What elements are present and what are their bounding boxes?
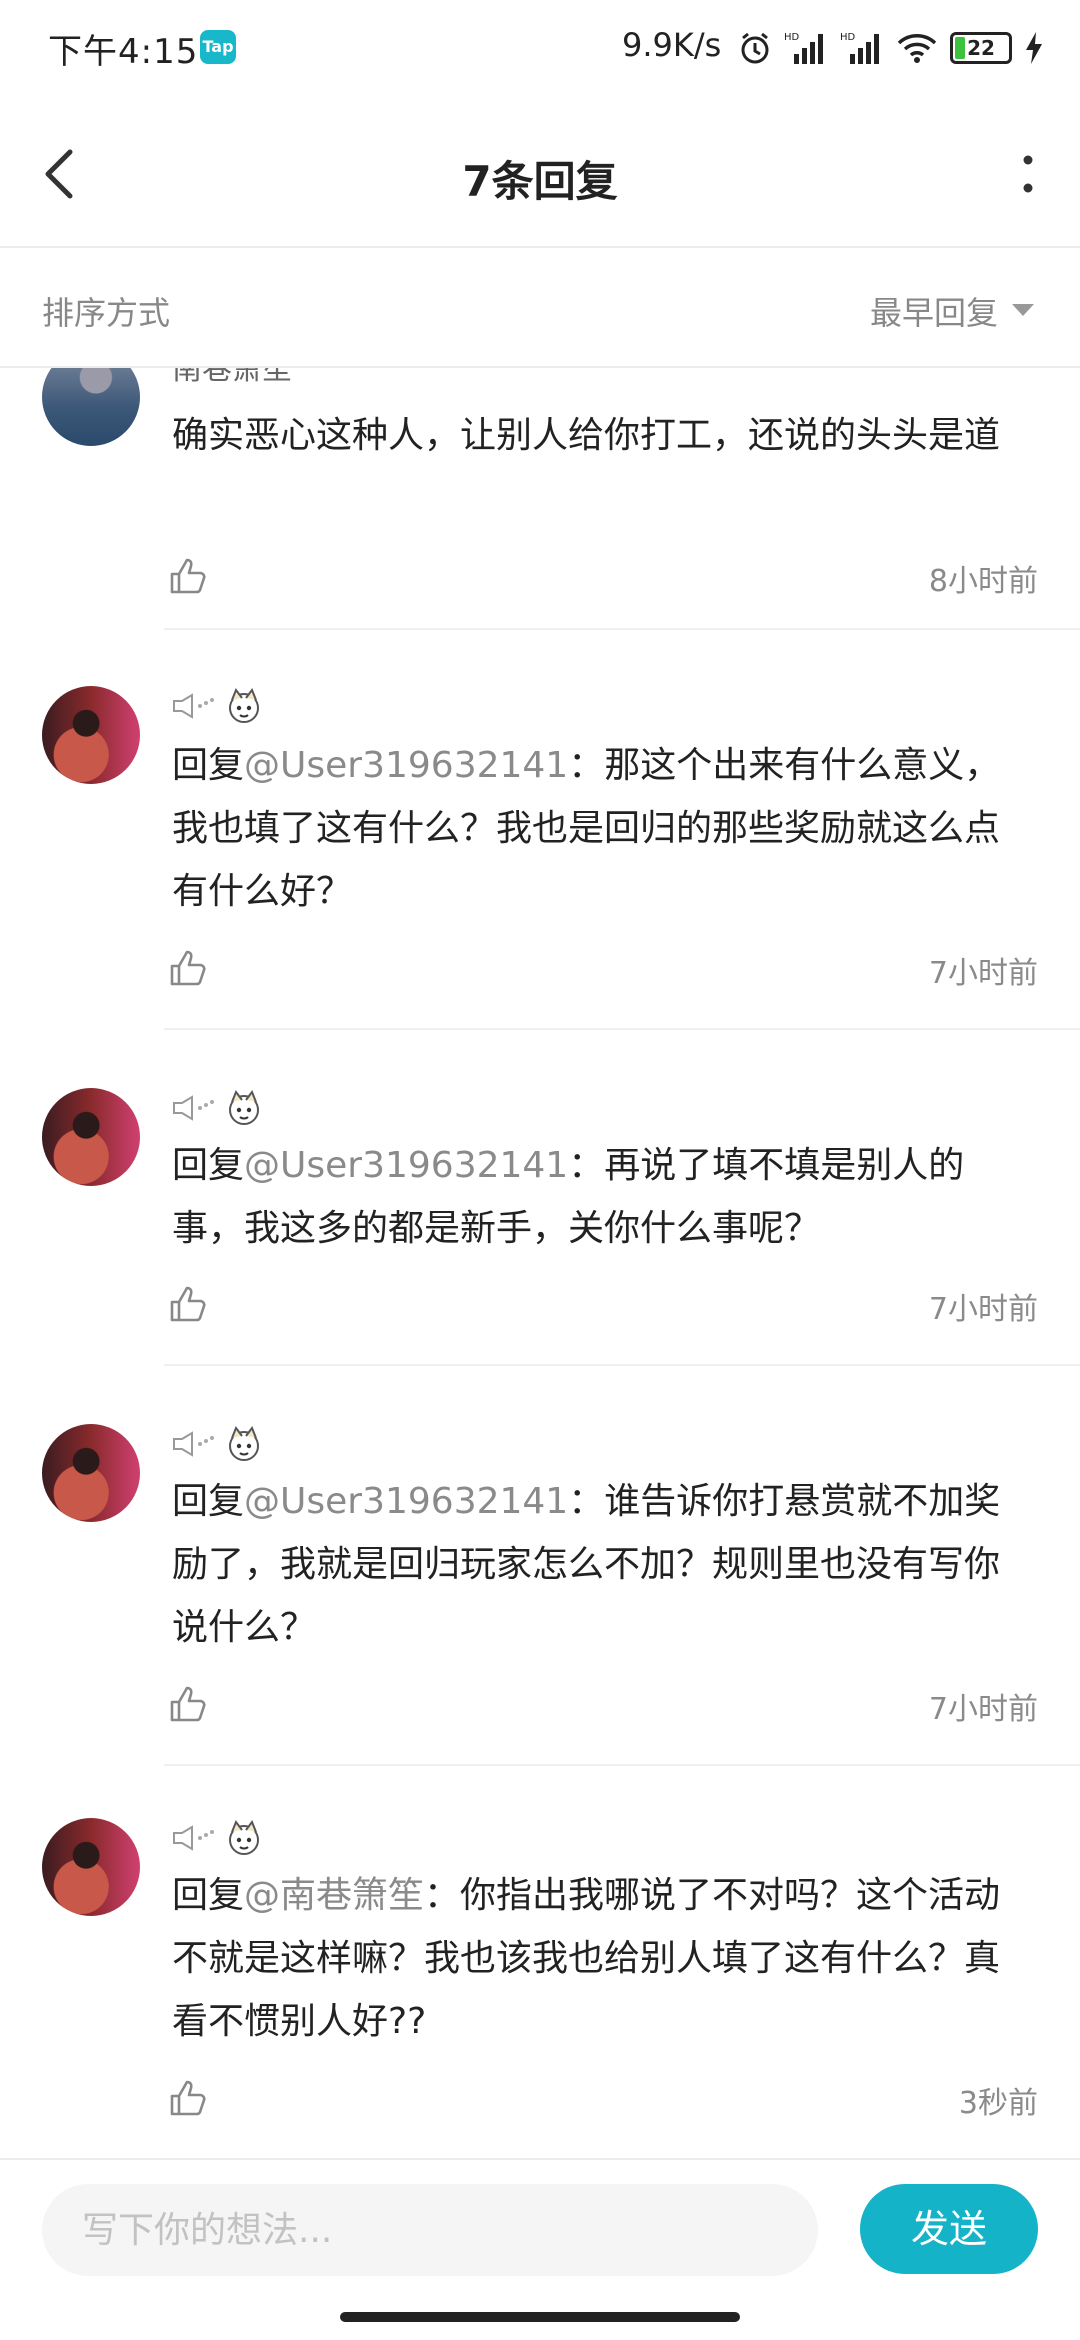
comment-time: 8小时前 bbox=[928, 564, 1038, 599]
comment-input[interactable] bbox=[42, 2184, 818, 2276]
reply-prefix: 回复 bbox=[172, 1875, 245, 1916]
mascot-badge-icon bbox=[229, 687, 259, 723]
svg-text:HD: HD bbox=[840, 32, 856, 43]
thumbs-up-icon[interactable] bbox=[168, 1284, 208, 1324]
comment-body: 确实恶心这种人，让别人给你打工，还说的头头是道 bbox=[172, 415, 1001, 456]
signal-hd-icon: HD bbox=[840, 32, 879, 64]
status-bar: 下午4:15 Tap 9.9K/s HD HD 22 bbox=[0, 0, 1080, 96]
thumbs-up-icon[interactable] bbox=[168, 948, 208, 988]
user-badges bbox=[172, 1424, 264, 1464]
list-item: 回复@南巷箫笙：你指出我哪说了不对吗？这个活动不就是这样嘛？我也该我也给别人填了… bbox=[0, 1766, 1080, 2158]
list-item: 回复@User319632141：再说了填不填是别人的事，我这多的都是新手，关你… bbox=[0, 1030, 1080, 1366]
status-time: 下午4:15 bbox=[48, 32, 199, 72]
horn-badge-icon bbox=[173, 1431, 214, 1457]
svg-text:HD: HD bbox=[784, 32, 800, 43]
list-item: 回复@User319632141：谁告诉你打悬赏就不加奖励了，我就是回归玩家怎么… bbox=[0, 1366, 1080, 1766]
mention-link[interactable]: @User319632141 bbox=[244, 1145, 568, 1186]
avatar[interactable] bbox=[42, 1088, 140, 1186]
top-nav: 7条回复 bbox=[0, 100, 1080, 248]
mention-link[interactable]: @User319632141 bbox=[244, 745, 568, 786]
comment-time: 3秒前 bbox=[958, 2086, 1038, 2121]
reply-separator: ： bbox=[424, 1875, 461, 1916]
mention-link[interactable]: @南巷箫笙 bbox=[244, 1875, 424, 1916]
reply-separator: ： bbox=[568, 1481, 605, 1522]
user-badges bbox=[172, 1818, 264, 1858]
tap-app-icon: Tap bbox=[200, 30, 236, 64]
sort-bar: 排序方式 最早回复 bbox=[0, 248, 1080, 368]
mascot-badge-icon bbox=[229, 1819, 259, 1855]
thumbs-up-icon[interactable] bbox=[168, 1684, 208, 1724]
mention-link[interactable]: @User319632141 bbox=[244, 1481, 568, 1522]
horn-badge-icon bbox=[173, 1825, 214, 1851]
thumbs-up-icon[interactable] bbox=[168, 556, 208, 596]
comment-text: 回复@User319632141：谁告诉你打悬赏就不加奖励了，我就是回归玩家怎么… bbox=[172, 1470, 1032, 1659]
avatar[interactable] bbox=[42, 686, 140, 784]
wifi-icon bbox=[897, 34, 937, 63]
horn-badge-icon bbox=[173, 693, 214, 719]
network-speed: 9.9K/s bbox=[622, 26, 722, 64]
comment-time: 7小时前 bbox=[928, 956, 1038, 991]
signal-hd-icon: HD bbox=[784, 32, 823, 64]
mascot-badge-icon bbox=[229, 1425, 259, 1461]
send-button[interactable]: 发送 bbox=[860, 2184, 1038, 2274]
avatar[interactable] bbox=[42, 1424, 140, 1522]
comment-text: 回复@南巷箫笙：你指出我哪说了不对吗？这个活动不就是这样嘛？我也该我也给别人填了… bbox=[172, 1864, 1032, 2053]
more-vertical-icon[interactable] bbox=[1020, 154, 1036, 194]
comment-text: 回复@User319632141：那这个出来有什么意义，我也填了这有什么？我也是… bbox=[172, 734, 1032, 923]
list-item: 回复@User319632141：那这个出来有什么意义，我也填了这有什么？我也是… bbox=[0, 630, 1080, 1030]
caret-down-icon[interactable] bbox=[1012, 304, 1034, 316]
battery-icon: 22 bbox=[950, 32, 1012, 64]
user-badges bbox=[172, 686, 264, 726]
page-title: 7条回复 bbox=[462, 157, 618, 206]
comment-time: 7小时前 bbox=[928, 1692, 1038, 1727]
list-item: 南巷箫笙 确实恶心这种人，让别人给你打工，还说的头头是道 8小时前 bbox=[0, 368, 1080, 630]
reply-list[interactable]: 南巷箫笙 确实恶心这种人，让别人给你打工，还说的头头是道 8小时前 回复@Use… bbox=[0, 368, 1080, 2158]
reply-prefix: 回复 bbox=[172, 745, 245, 786]
reply-separator: ： bbox=[568, 745, 605, 786]
comment-text: 回复@User319632141：再说了填不填是别人的事，我这多的都是新手，关你… bbox=[172, 1134, 1032, 1260]
alarm-icon bbox=[741, 32, 769, 64]
status-icons: HD HD 22 bbox=[738, 24, 1044, 72]
reply-prefix: 回复 bbox=[172, 1481, 245, 1522]
sort-dropdown[interactable]: 最早回复 bbox=[870, 288, 998, 334]
reply-separator: ： bbox=[568, 1145, 605, 1186]
avatar[interactable] bbox=[42, 368, 140, 446]
user-badges bbox=[172, 1088, 264, 1128]
charging-icon bbox=[1026, 32, 1042, 64]
battery-level: 22 bbox=[967, 36, 995, 60]
author-name[interactable]: 南巷箫笙 bbox=[172, 368, 292, 388]
comment-time: 7小时前 bbox=[928, 1292, 1038, 1327]
comment-text: 确实恶心这种人，让别人给你打工，还说的头头是道 bbox=[172, 404, 1032, 467]
horn-badge-icon bbox=[173, 1095, 214, 1121]
avatar[interactable] bbox=[42, 1818, 140, 1916]
composer-bar: 发送 bbox=[0, 2158, 1080, 2300]
home-indicator[interactable] bbox=[340, 2312, 740, 2322]
sort-label: 排序方式 bbox=[42, 294, 171, 332]
mascot-badge-icon bbox=[229, 1089, 259, 1125]
thumbs-up-icon[interactable] bbox=[168, 2078, 208, 2118]
reply-prefix: 回复 bbox=[172, 1145, 245, 1186]
